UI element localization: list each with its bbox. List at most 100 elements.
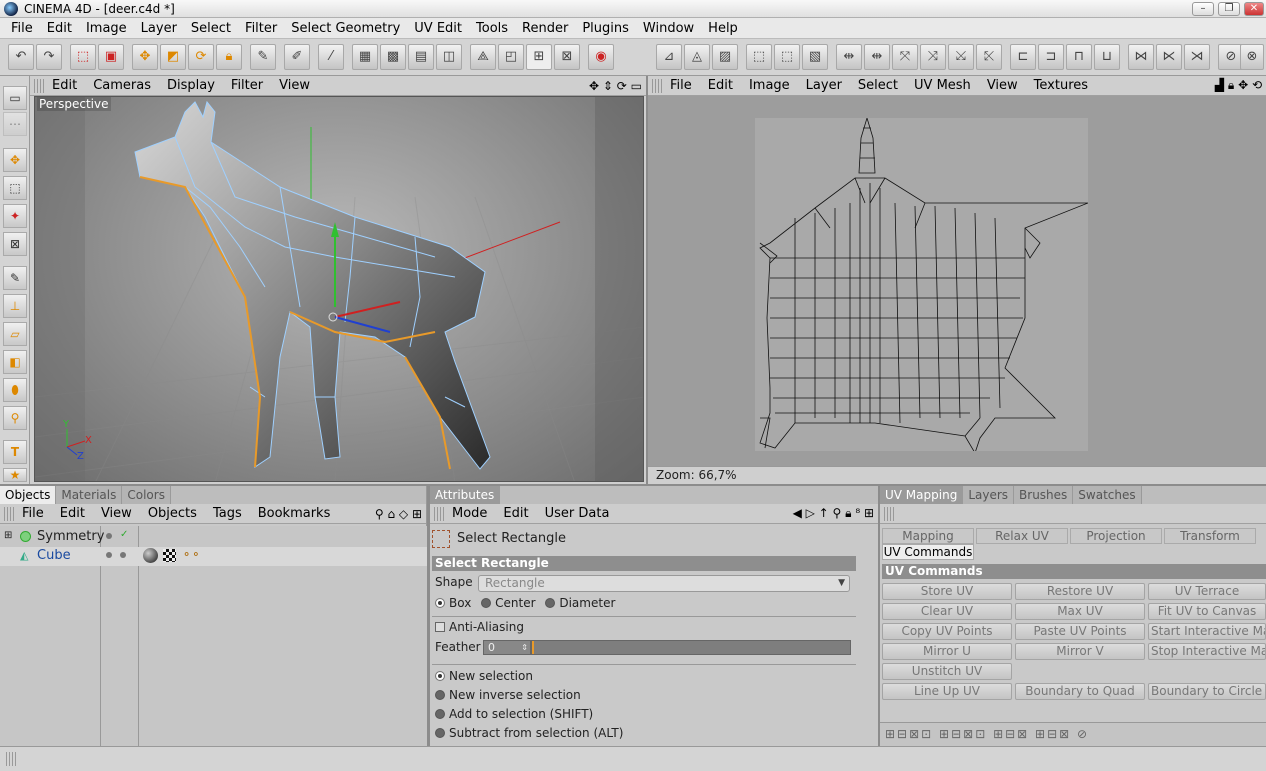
layout-four-icon[interactable]: ⊞ bbox=[526, 44, 552, 70]
uvw-tag-icon[interactable] bbox=[163, 549, 176, 562]
fit-uv-to-canvas-button[interactable]: Fit UV to Canvas bbox=[1148, 603, 1266, 620]
checker-grid-icon[interactable]: ▩ bbox=[380, 44, 406, 70]
clear-uv-button[interactable]: Clear UV bbox=[882, 603, 1012, 620]
checker-board-icon[interactable]: ▤ bbox=[408, 44, 434, 70]
filter-icon-3[interactable]: ▨ bbox=[712, 44, 738, 70]
objects-menu-file[interactable]: File bbox=[14, 506, 52, 521]
brush-tool-icon[interactable]: ✎ bbox=[3, 266, 27, 290]
transform-icon-5[interactable]: ⤩ bbox=[948, 44, 974, 70]
lock-axis-icon[interactable]: 🔒︎ bbox=[216, 44, 242, 70]
feather-input[interactable]: 0 ⇕ bbox=[483, 640, 531, 655]
expand-icon[interactable]: ⊞ bbox=[4, 530, 12, 541]
viewport-menu-filter[interactable]: Filter bbox=[223, 78, 271, 93]
transform-icon-2[interactable]: ⇹ bbox=[864, 44, 890, 70]
viewport-menu-edit[interactable]: Edit bbox=[44, 78, 85, 93]
move-icon[interactable]: ✥ bbox=[132, 44, 158, 70]
object-row-cube[interactable]: ◭ Cube ⚬⚬ bbox=[0, 547, 427, 566]
filter-icon-1[interactable]: ⊿ bbox=[656, 44, 682, 70]
viewport-menu-display[interactable]: Display bbox=[159, 78, 223, 93]
viewport-nav-icons[interactable]: ✥ ⇕ ⟳ ▭ bbox=[585, 79, 646, 93]
text-tool-icon[interactable]: T bbox=[3, 440, 27, 464]
objects-menu-view[interactable]: View bbox=[93, 506, 140, 521]
start-interactive-map-button[interactable]: Start Interactive Map bbox=[1148, 623, 1266, 640]
boundary-to-quad-button[interactable]: Boundary to Quad bbox=[1015, 683, 1145, 700]
filter-icon-2[interactable]: ◬ bbox=[684, 44, 710, 70]
max-uv-button[interactable]: Max UV bbox=[1015, 603, 1145, 620]
tab-attributes[interactable]: Attributes bbox=[430, 486, 501, 504]
menu-edit[interactable]: Edit bbox=[40, 21, 79, 36]
boundary-to-circle-button[interactable]: Boundary to Circle bbox=[1148, 683, 1266, 700]
select-icon-2[interactable]: ⬚ bbox=[774, 44, 800, 70]
gradient-tool-icon[interactable]: ◧ bbox=[3, 350, 27, 374]
paste-uv-points-button[interactable]: Paste UV Points bbox=[1015, 623, 1145, 640]
viewport-canvas[interactable]: Y X Z Perspective bbox=[34, 96, 644, 482]
viewport-menu-view[interactable]: View bbox=[271, 78, 318, 93]
attributes-menu-mode[interactable]: Mode bbox=[444, 506, 495, 521]
mode-subtract[interactable]: Subtract from selection (ALT) bbox=[435, 724, 623, 743]
visibility-dot-icon[interactable] bbox=[106, 552, 112, 558]
objects-search-icon[interactable]: ⚲ ⌂ ◇ ⊞ bbox=[371, 507, 426, 521]
restore-button[interactable]: ❐ bbox=[1218, 2, 1240, 16]
undo-icon[interactable]: ↶ bbox=[8, 44, 34, 70]
menu-tools[interactable]: Tools bbox=[469, 21, 515, 36]
mirror-icon-3[interactable]: ⋊ bbox=[1184, 44, 1210, 70]
render-dot-icon[interactable] bbox=[120, 552, 126, 558]
enabled-check-icon[interactable]: ✓ bbox=[120, 529, 128, 540]
menu-window[interactable]: Window bbox=[636, 21, 701, 36]
stepper-icon[interactable]: ⇕ bbox=[521, 641, 528, 654]
subtab-transform[interactable]: Transform bbox=[1164, 528, 1256, 544]
objects-menu-edit[interactable]: Edit bbox=[52, 506, 93, 521]
menu-layer[interactable]: Layer bbox=[134, 21, 184, 36]
visibility-dot-icon[interactable] bbox=[106, 533, 112, 539]
feather-slider[interactable] bbox=[531, 640, 851, 655]
tab-layers[interactable]: Layers bbox=[963, 486, 1015, 504]
select-icon-3[interactable]: ▧ bbox=[802, 44, 828, 70]
close-button[interactable]: ✕ bbox=[1244, 2, 1264, 16]
objects-menu-bookmarks[interactable]: Bookmarks bbox=[250, 506, 339, 521]
brush-disabled-icon[interactable]: ⁄ bbox=[318, 44, 344, 70]
uv-menu-uv-mesh[interactable]: UV Mesh bbox=[906, 78, 979, 93]
subtab-mapping[interactable]: Mapping bbox=[882, 528, 974, 544]
uv-menu-select[interactable]: Select bbox=[850, 78, 906, 93]
align-icon-4[interactable]: ⊔ bbox=[1094, 44, 1120, 70]
mirror-u-button[interactable]: Mirror U bbox=[882, 643, 1012, 660]
attributes-menu-user-data[interactable]: User Data bbox=[537, 506, 618, 521]
uv-menu-edit[interactable]: Edit bbox=[700, 78, 741, 93]
shape-option-box[interactable]: Box bbox=[435, 596, 471, 610]
menu-render[interactable]: Render bbox=[515, 21, 575, 36]
shape-option-center[interactable]: Center bbox=[481, 596, 536, 610]
move-tool-icon[interactable]: ✥ bbox=[3, 148, 27, 172]
mode-add[interactable]: Add to selection (SHIFT) bbox=[435, 705, 623, 724]
menu-image[interactable]: Image bbox=[79, 21, 134, 36]
select-icon-1[interactable]: ⬚ bbox=[746, 44, 772, 70]
uv-menu-image[interactable]: Image bbox=[741, 78, 798, 93]
uv-menu-textures[interactable]: Textures bbox=[1026, 78, 1096, 93]
uv-polygons-icon[interactable]: ◰ bbox=[498, 44, 524, 70]
tab-swatches[interactable]: Swatches bbox=[1073, 486, 1142, 504]
rotate-icon[interactable]: ⟳ bbox=[188, 44, 214, 70]
menu-uv-edit[interactable]: UV Edit bbox=[407, 21, 469, 36]
tab-colors[interactable]: Colors bbox=[122, 486, 171, 504]
object-name[interactable]: Cube bbox=[37, 548, 71, 563]
layout-grid-icon[interactable]: ⊠ bbox=[554, 44, 580, 70]
object-name[interactable]: Symmetry bbox=[37, 529, 104, 544]
transform-icon-6[interactable]: ⤪ bbox=[976, 44, 1002, 70]
menu-plugins[interactable]: Plugins bbox=[575, 21, 636, 36]
uv-terrace-button[interactable]: UV Terrace bbox=[1148, 583, 1266, 600]
subtab-uv-commands[interactable]: UV Commands bbox=[882, 544, 974, 560]
fill-tool-icon[interactable]: ⬮ bbox=[3, 378, 27, 402]
mirror-v-button[interactable]: Mirror V bbox=[1015, 643, 1145, 660]
scale-icon[interactable]: ◩ bbox=[160, 44, 186, 70]
anti-aliasing-checkbox[interactable]: Anti-Aliasing bbox=[435, 620, 524, 634]
tab-uv-mapping[interactable]: UV Mapping bbox=[880, 486, 964, 504]
uv-points-icon[interactable]: ⟁ bbox=[470, 44, 496, 70]
zoom-tool-icon[interactable]: ⚲ bbox=[3, 406, 27, 430]
uv-menu-view[interactable]: View bbox=[979, 78, 1026, 93]
line-up-uv-button[interactable]: Line Up UV bbox=[882, 683, 1012, 700]
disabled-tool-icon[interactable]: ⋯ bbox=[3, 112, 27, 136]
selection-tag-icon[interactable]: ⚬⚬ bbox=[182, 548, 200, 561]
uv-canvas[interactable] bbox=[648, 96, 1266, 466]
menu-file[interactable]: File bbox=[4, 21, 40, 36]
align-icon-3[interactable]: ⊓ bbox=[1066, 44, 1092, 70]
misc-icon-2[interactable]: ⊗ bbox=[1240, 44, 1264, 70]
